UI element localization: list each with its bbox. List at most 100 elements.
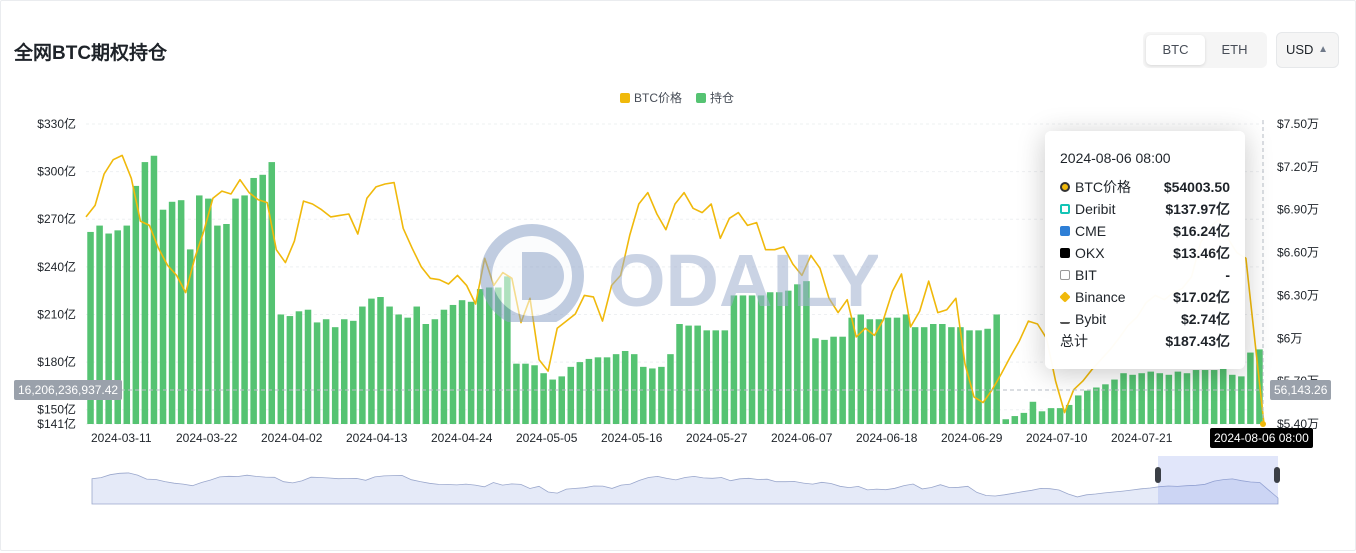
- crosshair-date: 2024-08-06 08:00: [1210, 428, 1313, 448]
- right-axis-tick-label: $6.90万: [1277, 203, 1319, 217]
- open-interest-bar: [431, 319, 439, 424]
- open-interest-bar: [467, 301, 475, 424]
- open-interest-bar: [621, 350, 629, 424]
- open-interest-bar: [286, 316, 294, 424]
- x-axis-tick-label: 2024-05-16: [601, 431, 663, 445]
- open-interest-bar: [703, 330, 710, 424]
- open-interest-bar: [585, 358, 593, 424]
- open-interest-bar: [1210, 370, 1218, 424]
- watermark-logo: ODAILY: [478, 222, 881, 328]
- zoom-overview-area: [91, 472, 1279, 505]
- right-axis-tick-label: $7.50万: [1277, 117, 1319, 131]
- btc-price-icon: [1060, 182, 1070, 192]
- tooltip-row-label: OKX: [1075, 245, 1105, 261]
- open-interest-bar: [250, 177, 257, 424]
- open-interest-bar: [150, 155, 158, 424]
- open-interest-bar: [340, 319, 348, 424]
- open-interest-bar: [513, 363, 520, 424]
- left-axis-tick-label: $240亿: [37, 259, 76, 274]
- tooltip-row: BIT -: [1060, 264, 1230, 286]
- tooltip-row-value: $2.74亿: [1180, 311, 1230, 327]
- tooltip-row-value: -: [1225, 267, 1230, 283]
- open-interest-bar: [966, 330, 973, 424]
- right-axis-tick-label: $7.20万: [1277, 160, 1319, 174]
- tooltip-row-value: $16.24亿: [1173, 223, 1230, 239]
- x-axis-tick-label: 2024-04-13: [346, 431, 408, 445]
- open-interest-bar: [522, 363, 529, 424]
- zoom-handle-right: [1274, 467, 1280, 483]
- open-interest-bar: [259, 174, 266, 424]
- open-interest-bar: [322, 319, 330, 424]
- open-interest-bar: [1229, 374, 1236, 424]
- open-interest-bar: [685, 325, 692, 424]
- okx-icon: [1060, 248, 1070, 258]
- open-interest-bar: [1192, 370, 1200, 424]
- open-interest-bar: [848, 317, 855, 424]
- cme-icon: [1060, 226, 1070, 236]
- open-interest-bar: [1047, 408, 1055, 424]
- tooltip-row: Bybit $2.74亿: [1060, 308, 1230, 330]
- tooltip-date: 2024-08-06 08:00: [1060, 150, 1171, 166]
- right-axis-tick-label: $6.60万: [1277, 246, 1319, 260]
- open-interest-bar: [676, 324, 683, 424]
- x-axis-tick-label: 2024-07-21: [1111, 431, 1173, 445]
- open-interest-bar: [386, 306, 393, 424]
- open-interest-bar: [830, 336, 837, 424]
- x-axis-tick-label: 2024-06-07: [771, 431, 833, 445]
- right-axis-tick-label: $6.30万: [1277, 288, 1319, 302]
- left-axis-tick-label: $270亿: [37, 211, 76, 226]
- left-axis-tick-label: $141亿: [37, 416, 76, 431]
- deribit-icon: [1060, 204, 1070, 214]
- tooltip-row-label: BTC价格: [1075, 179, 1131, 195]
- open-interest-bar: [721, 330, 729, 424]
- open-interest-bar: [603, 357, 611, 424]
- open-interest-bar: [1084, 390, 1091, 424]
- open-interest-bar: [884, 317, 892, 424]
- open-interest-bar: [449, 304, 457, 424]
- open-interest-bar: [422, 324, 430, 424]
- left-axis-tick-label: $210亿: [37, 306, 76, 321]
- open-interest-bar: [277, 314, 285, 424]
- open-interest-bar: [1002, 419, 1010, 424]
- open-interest-bar: [368, 298, 375, 424]
- open-interest-bar: [975, 330, 982, 424]
- tooltip-row: BTC价格 $54003.50: [1060, 176, 1230, 198]
- left-axis-tick-label: $330亿: [37, 116, 76, 131]
- open-interest-bar: [957, 327, 964, 424]
- open-interest-bar: [1238, 376, 1245, 424]
- open-interest-bar: [558, 376, 565, 424]
- open-interest-bar: [214, 225, 221, 424]
- x-axis-tick-label: 2024-07-10: [1026, 431, 1088, 445]
- open-interest-bar: [168, 201, 176, 424]
- tooltip-row-label: Deribit: [1075, 201, 1116, 217]
- open-interest-bar: [993, 314, 1000, 424]
- tooltip-row: OKX $13.46亿: [1060, 242, 1230, 264]
- open-interest-bar: [658, 366, 665, 424]
- open-interest-bar: [1011, 416, 1019, 424]
- binance-icon: [1059, 291, 1071, 303]
- open-interest-bar: [866, 319, 874, 424]
- tooltip-row-label: 总计: [1060, 333, 1088, 349]
- right-axis-tick-label: $6万: [1277, 331, 1302, 345]
- tooltip-row-value: $54003.50: [1163, 179, 1230, 195]
- open-interest-bar: [1029, 401, 1037, 424]
- open-interest-bar: [1120, 373, 1127, 424]
- zoom-handle-left: [1155, 467, 1161, 483]
- open-interest-bar: [1111, 379, 1118, 424]
- open-interest-bar: [630, 354, 638, 424]
- open-interest-bar: [159, 209, 167, 424]
- open-interest-bar: [458, 300, 466, 424]
- open-interest-bar: [812, 338, 819, 424]
- open-interest-bar: [350, 320, 357, 424]
- tooltip-row: CME $16.24亿: [1060, 220, 1230, 242]
- open-interest-bar: [404, 317, 411, 424]
- zoom-slider: [91, 456, 1280, 505]
- tooltip-row-label: BIT: [1075, 267, 1097, 283]
- open-interest-bar: [132, 185, 140, 424]
- chart-tooltip: 2024-08-06 08:00 BTC价格 $54003.50 Deribit…: [1045, 131, 1245, 369]
- open-interest-bar: [549, 379, 556, 424]
- open-interest-bar: [567, 366, 575, 424]
- open-interest-bar: [893, 317, 901, 424]
- open-interest-bar: [939, 324, 946, 424]
- open-interest-bar: [640, 366, 647, 424]
